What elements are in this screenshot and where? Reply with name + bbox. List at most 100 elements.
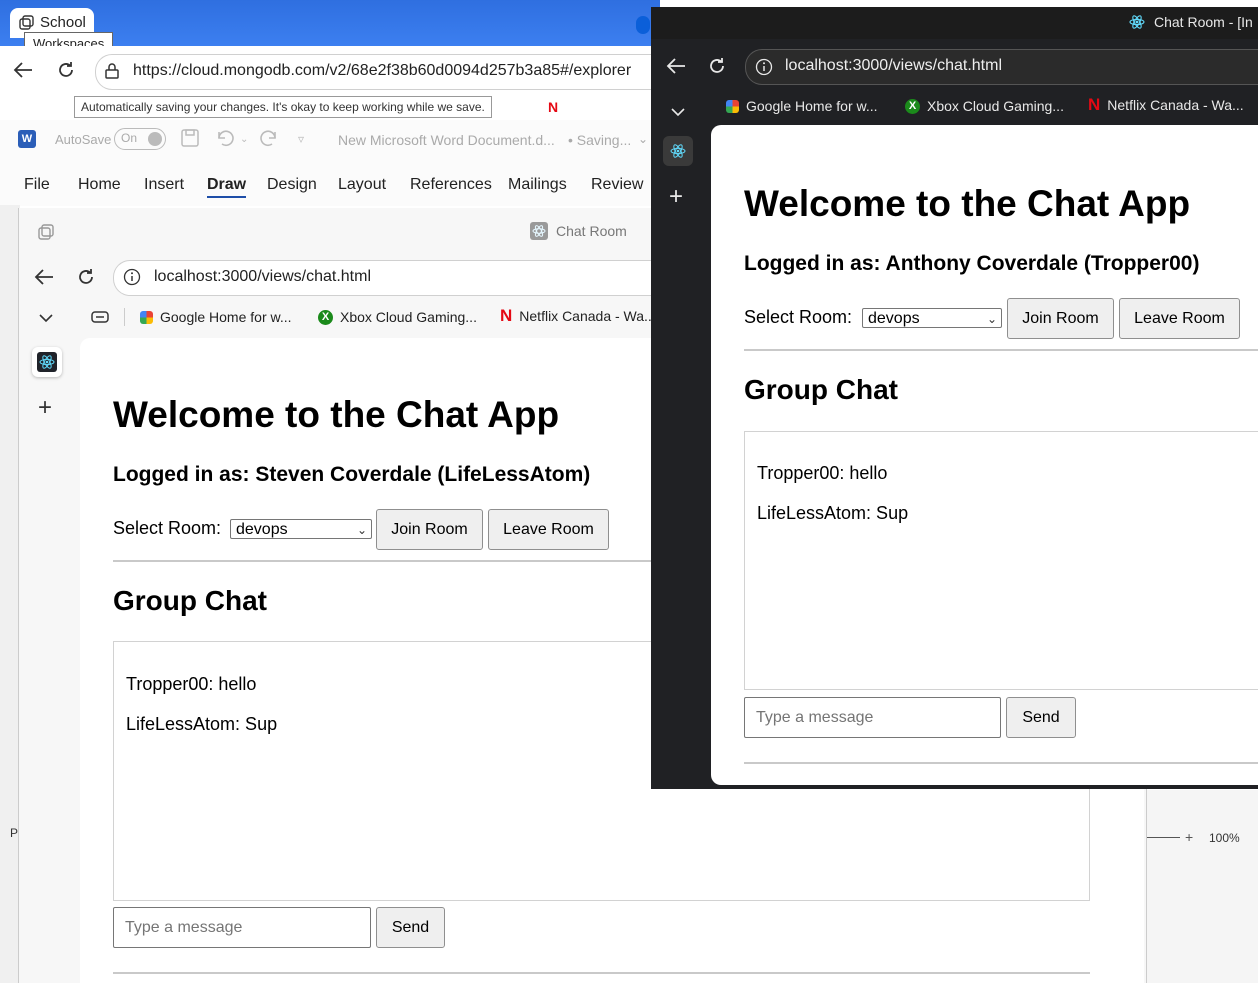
zoom-in-icon[interactable]: + (1185, 829, 1193, 845)
bookmarks-divider (124, 308, 125, 326)
autosave-toggle-state: On (121, 131, 138, 145)
info-icon[interactable] (123, 268, 141, 286)
word-document-margin (0, 205, 20, 983)
react-icon (1128, 13, 1146, 31)
chevron-down-icon: ⌄ (356, 523, 367, 537)
bookmark-google-home[interactable]: Google Home for w... (726, 98, 878, 114)
message-input[interactable]: Type a message (744, 697, 1001, 738)
refresh-icon[interactable] (76, 267, 96, 287)
tab-design[interactable]: Design (267, 176, 317, 194)
workspaces-icon (18, 14, 34, 31)
undo-icon[interactable] (214, 128, 236, 148)
word-status-text: P (10, 826, 19, 840)
join-room-button[interactable]: Join Room (376, 509, 483, 550)
toggle-knob (148, 132, 162, 146)
react-icon (670, 144, 686, 158)
room-select[interactable]: devops ⌄ (230, 519, 372, 539)
select-room-label: Select Room: (744, 307, 853, 327)
sidebar-react-tab[interactable] (663, 136, 693, 166)
tab-references[interactable]: References (410, 176, 492, 194)
save-icon[interactable] (180, 128, 200, 148)
divider (113, 972, 1090, 974)
bookmark-label: Xbox Cloud Gaming... (927, 98, 1064, 114)
room-select[interactable]: devops ⌄ (862, 308, 1002, 328)
chat-message: LifeLessAtom: Sup (757, 503, 909, 523)
edge-copilot-icon[interactable] (636, 16, 650, 34)
refresh-icon[interactable] (707, 56, 727, 76)
zoom-level[interactable]: 100% (1209, 831, 1240, 845)
chevron-down-icon[interactable] (670, 106, 686, 118)
bookmark-xbox[interactable]: X Xbox Cloud Gaming... (318, 309, 477, 325)
leave-room-button[interactable]: Leave Room (488, 509, 609, 550)
tab-mailings[interactable]: Mailings (508, 176, 567, 194)
bookmark-label: Google Home for w... (160, 309, 292, 325)
message-input[interactable]: Type a message (113, 907, 371, 948)
address-bar-url[interactable]: https://cloud.mongodb.com/v2/68e2f38b60d… (133, 62, 653, 80)
group-chat-heading: Group Chat (744, 374, 898, 405)
document-title[interactable]: New Microsoft Word Document.d... (338, 132, 555, 148)
workspaces-icon[interactable] (36, 222, 56, 242)
tab-chat-room[interactable]: Chat Room (530, 222, 627, 240)
tab-actions-icon[interactable] (90, 309, 110, 325)
bookmark-google-home[interactable]: Google Home for w... (140, 309, 292, 325)
bookmark-label: Netflix Canada - Wa... (1107, 97, 1244, 113)
tab-home[interactable]: Home (78, 176, 121, 194)
refresh-icon[interactable] (56, 60, 76, 80)
customize-toolbar-icon[interactable]: ▿ (298, 132, 304, 146)
bookmark-xbox[interactable]: X Xbox Cloud Gaming... (905, 98, 1064, 114)
info-icon[interactable] (755, 58, 773, 76)
autosave-label: AutoSave (55, 132, 112, 147)
netflix-icon: N (1088, 95, 1101, 114)
bookmark-netflix[interactable]: N Netflix Canada - Wa... (500, 306, 656, 326)
chat-message: Tropper00: hello (757, 463, 888, 483)
send-button[interactable]: Send (1006, 697, 1076, 738)
sidebar-react-tab[interactable] (32, 347, 62, 377)
autosave-toggle[interactable]: On (114, 128, 166, 150)
workspace-tab-label-group[interactable]: School (18, 14, 86, 31)
redo-icon[interactable] (258, 128, 280, 148)
new-tab-plus-icon[interactable]: + (38, 394, 52, 422)
new-tab-plus-icon[interactable]: + (669, 183, 683, 211)
chat-message: LifeLessAtom: Sup (126, 714, 278, 734)
tab-title: Chat Room (556, 223, 627, 239)
address-bar-url[interactable]: localhost:3000/views/chat.html (785, 57, 1002, 75)
tab-title: Chat Room - [In (1154, 14, 1253, 30)
netflix-icon: N (500, 306, 513, 325)
tab-insert[interactable]: Insert (144, 176, 184, 194)
xbox-icon: X (318, 309, 333, 325)
back-arrow-icon[interactable] (33, 267, 55, 287)
tab-file[interactable]: File (24, 176, 50, 194)
join-room-button[interactable]: Join Room (1007, 298, 1114, 339)
bookmark-label: Google Home for w... (746, 98, 878, 114)
chevron-down-icon[interactable]: ⌄ (638, 132, 648, 146)
leave-room-button[interactable]: Leave Room (1119, 298, 1240, 339)
autosave-tooltip: Automatically saving your changes. It's … (74, 96, 492, 118)
chevron-down-icon: ⌄ (986, 312, 997, 326)
logged-in-user: Logged in as: Steven Coverdale (LifeLess… (113, 463, 591, 486)
workspace-tab-label: School (40, 14, 86, 31)
room-select-value: devops (236, 521, 288, 538)
divider (113, 560, 653, 562)
divider (744, 349, 1258, 351)
chat-message: Tropper00: hello (126, 674, 257, 694)
group-chat-heading: Group Chat (113, 585, 267, 616)
tab-layout[interactable]: Layout (338, 176, 386, 194)
google-home-icon (726, 99, 739, 113)
address-bar-url[interactable]: localhost:3000/views/chat.html (154, 268, 371, 286)
page-title: Welcome to the Chat App (744, 183, 1191, 224)
zoom-slider[interactable] (1145, 837, 1180, 838)
tab-review[interactable]: Review (591, 176, 643, 194)
netflix-icon[interactable]: N (548, 99, 558, 115)
bookmark-netflix[interactable]: N Netflix Canada - Wa... (1088, 95, 1244, 115)
tab-draw[interactable]: Draw (207, 176, 247, 198)
send-button[interactable]: Send (376, 907, 445, 948)
lock-icon[interactable] (104, 62, 120, 80)
react-icon (530, 222, 548, 240)
chevron-down-icon[interactable]: ⌄ (240, 134, 248, 145)
back-arrow-icon[interactable] (12, 60, 34, 80)
select-room-label: Select Room: (113, 518, 222, 538)
google-home-icon (140, 310, 153, 324)
tab-chat-room[interactable]: Chat Room - [In (1128, 13, 1253, 31)
back-arrow-icon[interactable] (665, 56, 687, 76)
chevron-down-icon[interactable] (38, 312, 54, 324)
